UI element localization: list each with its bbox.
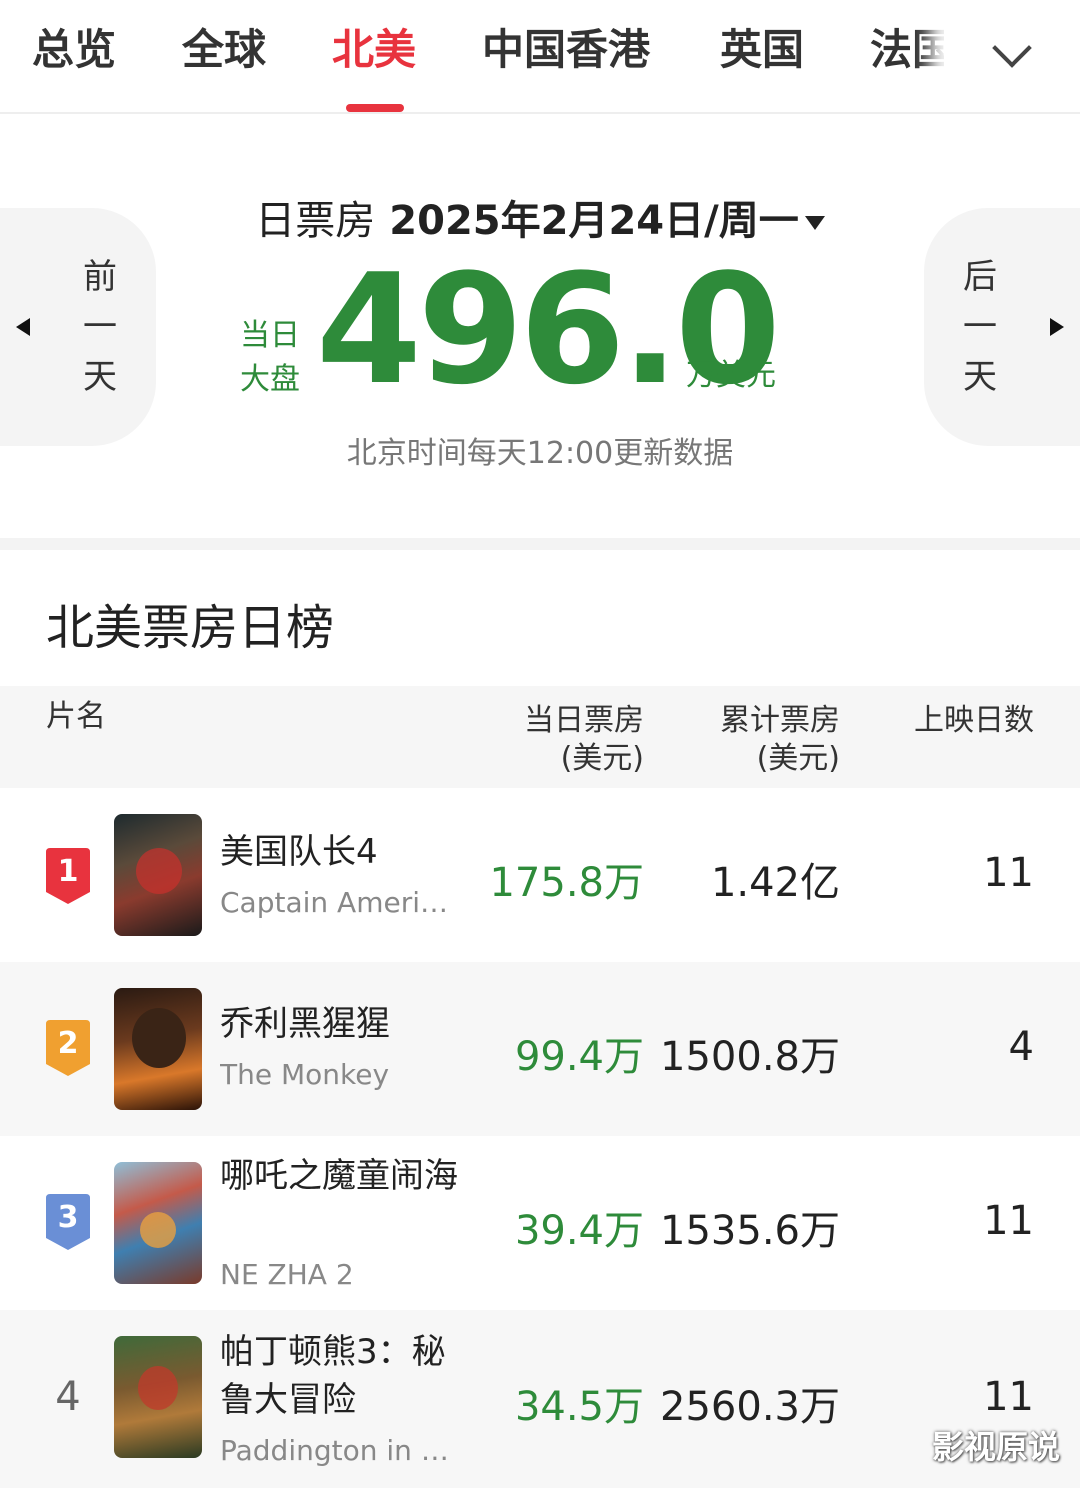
header-days[interactable]: 上映日数 xyxy=(914,702,1034,740)
caret-down-icon xyxy=(804,216,825,230)
prev-char-1: 前 xyxy=(83,257,117,297)
prev-day-button[interactable]: 前 一 天 xyxy=(0,208,156,446)
movie-english-title: Paddington in P... xyxy=(220,1434,450,1467)
date-selector[interactable]: 日票房 2025年2月24日/周一 xyxy=(0,188,1080,246)
update-note: 北京时间每天12:00更新数据 xyxy=(346,436,734,471)
triangle-left-icon xyxy=(16,318,30,336)
total-box-office-cell: 1.42亿 xyxy=(710,860,840,906)
triangle-right-icon xyxy=(1050,318,1064,336)
daily-summary: 日票房 2025年2月24日/周一 前 一 天 后 一 天 当日 大盘 496.0… xyxy=(0,114,1080,538)
table-row[interactable]: 4 帕丁顿熊3：秘鲁大冒险 Paddington in P... 34.5万 2… xyxy=(0,1310,1080,1488)
rank-number: 4 xyxy=(55,1374,81,1420)
daily-box-office: 39.4万 xyxy=(514,1208,644,1254)
rank-number: 3 xyxy=(57,1200,79,1235)
daily-box-office: 99.4万 xyxy=(514,1034,644,1080)
tab-north-america[interactable]: 北美 xyxy=(332,22,416,78)
more-tabs-button[interactable] xyxy=(944,0,1080,112)
next-char-1: 后 xyxy=(963,257,997,297)
total-box-office-cell: 1535.6万 xyxy=(660,1208,840,1254)
date-value: 2025年2月24日/周一 xyxy=(389,198,799,244)
total-unit: 万美元 xyxy=(686,358,776,393)
days-in-release: 11 xyxy=(983,850,1034,896)
chevron-down-icon xyxy=(992,28,1032,68)
movie-english-title: NE ZHA 2 xyxy=(220,1258,354,1291)
prev-char-3: 天 xyxy=(83,357,117,397)
table-row[interactable]: 2 乔利黑猩猩 The Monkey 99.4万 1500.8万 4 xyxy=(0,962,1080,1136)
table-header: 片名 当日票房 (美元) 累计票房 (美元) 上映日数 xyxy=(0,686,1080,788)
movie-title: 哪吒之魔童闹海 xyxy=(220,1156,458,1196)
total-label: 当日 大盘 xyxy=(240,314,306,402)
date-label: 日票房 xyxy=(255,198,376,244)
active-tab-indicator xyxy=(346,104,404,112)
next-day-button[interactable]: 后 一 天 xyxy=(924,208,1080,446)
tab-france[interactable]: 法国 xyxy=(870,22,954,78)
movie-poster xyxy=(114,814,202,936)
movie-title: 美国队长4 xyxy=(220,832,378,872)
header-daily-line-2: (美元) xyxy=(560,741,644,776)
header-total-line-1: 累计票房 xyxy=(720,703,840,738)
movie-poster xyxy=(114,1162,202,1284)
table-row[interactable]: 1 美国队长4 Captain Americ... 175.8万 1.42亿 1… xyxy=(0,788,1080,962)
watermark: 影视原说 xyxy=(931,1428,1060,1466)
section-divider xyxy=(0,538,1080,550)
movie-english-title: The Monkey xyxy=(220,1058,390,1091)
tab-uk[interactable]: 英国 xyxy=(720,22,804,78)
rank-badge: 2 xyxy=(46,1020,90,1076)
days-in-release: 11 xyxy=(983,1198,1034,1244)
tab-global[interactable]: 全球 xyxy=(182,22,266,78)
header-daily-line-1: 当日票房 xyxy=(524,703,644,738)
table-row[interactable]: 3 哪吒之魔童闹海 NE ZHA 2 39.4万 1535.6万 11 xyxy=(0,1136,1080,1310)
next-day-label: 后 一 天 xyxy=(960,252,1000,402)
next-char-2: 一 xyxy=(963,307,997,347)
header-name: 片名 xyxy=(46,699,106,734)
tab-overview[interactable]: 总览 xyxy=(32,22,116,78)
prev-day-label: 前 一 天 xyxy=(80,252,120,402)
rank-badge: 1 xyxy=(46,848,90,904)
next-char-3: 天 xyxy=(963,357,997,397)
daily-box-office: 175.8万 xyxy=(489,860,644,906)
rank-number: 1 xyxy=(57,854,79,889)
total-label-line-2: 大盘 xyxy=(240,362,300,397)
days-in-release: 4 xyxy=(1008,1024,1034,1070)
days-in-release: 11 xyxy=(983,1374,1034,1420)
header-total[interactable]: 累计票房 (美元) xyxy=(720,702,840,778)
total-box-office-cell: 1500.8万 xyxy=(660,1034,840,1080)
movie-title: 帕丁顿熊3：秘鲁大冒险 xyxy=(220,1332,446,1420)
total-label-line-1: 当日 xyxy=(240,318,300,353)
prev-char-2: 一 xyxy=(83,307,117,347)
header-total-line-2: (美元) xyxy=(756,741,840,776)
region-tab-bar: 总览 全球 北美 中国香港 英国 法国 xyxy=(0,0,1080,114)
movie-poster xyxy=(114,988,202,1110)
daily-box-office: 34.5万 xyxy=(514,1384,644,1430)
section-title: 北美票房日榜 xyxy=(46,600,335,656)
tab-hong-kong[interactable]: 中国香港 xyxy=(482,22,650,78)
header-daily[interactable]: 当日票房 (美元) xyxy=(524,702,644,778)
total-box-office-cell: 2560.3万 xyxy=(660,1384,840,1430)
rank-badge: 3 xyxy=(46,1194,90,1250)
movie-title: 乔利黑猩猩 xyxy=(220,1004,390,1044)
rank-number: 2 xyxy=(57,1026,79,1061)
movie-english-title: Captain Americ... xyxy=(220,886,450,919)
movie-poster xyxy=(114,1336,202,1458)
